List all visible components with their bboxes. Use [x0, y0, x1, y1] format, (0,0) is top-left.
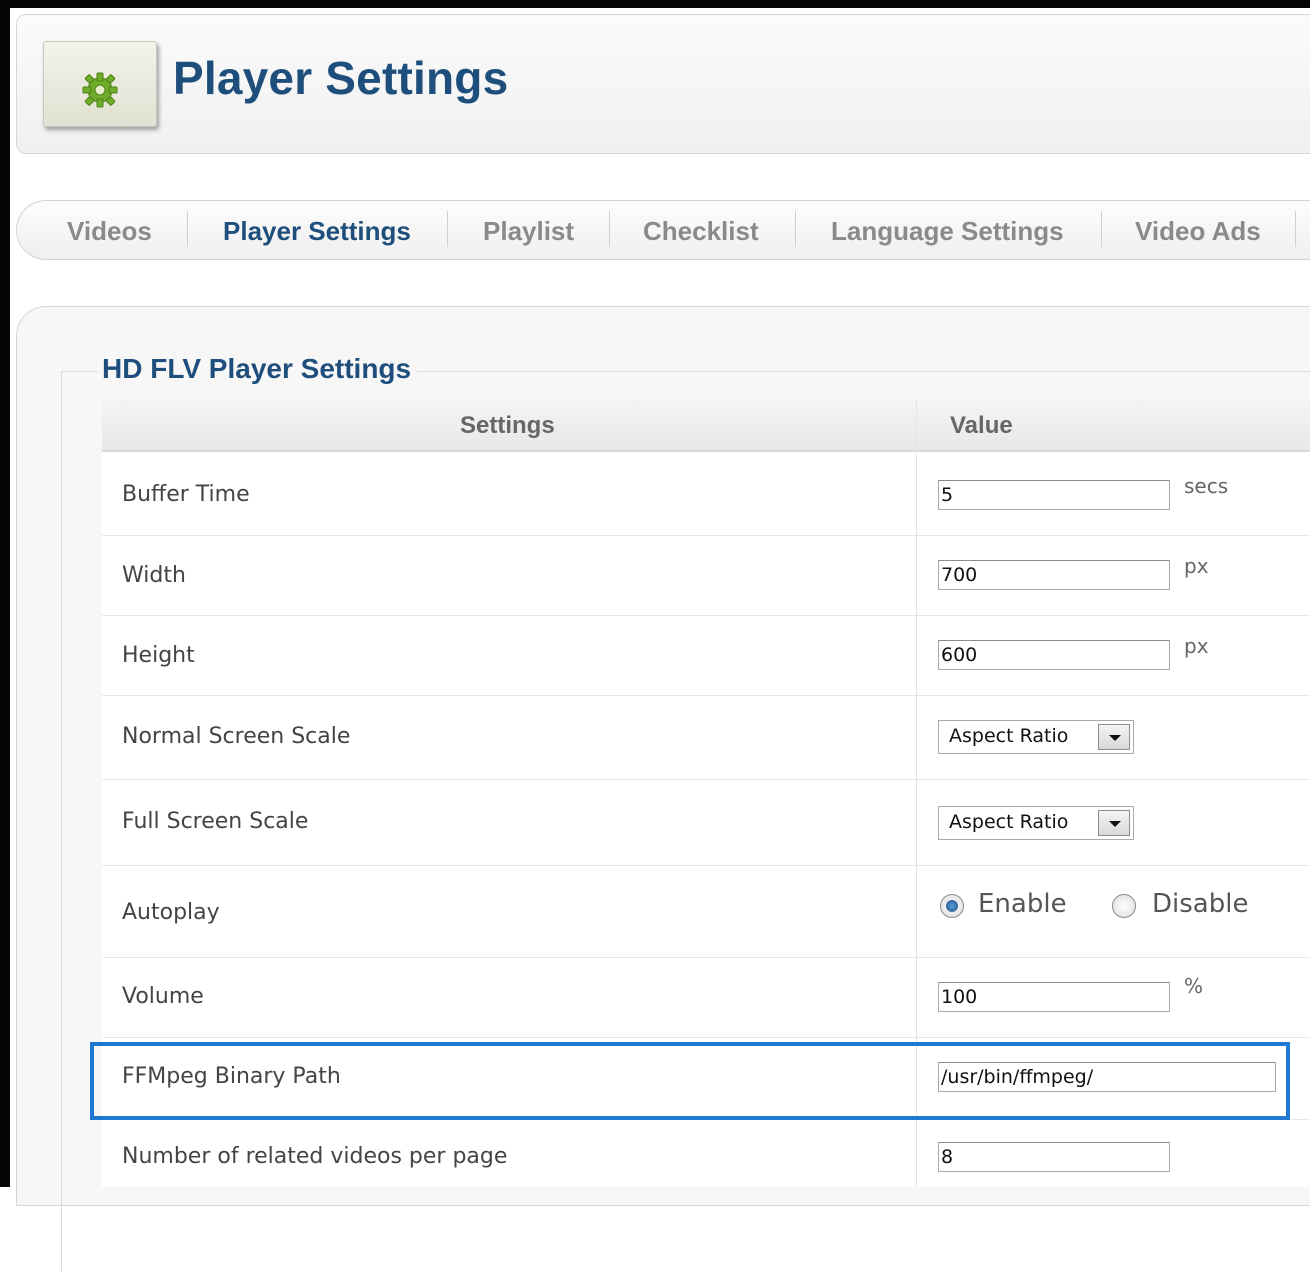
tab-separator	[609, 211, 610, 247]
table-row: Number of related videos per page	[102, 1120, 1310, 1187]
header-icon-box	[43, 41, 157, 127]
tab-separator	[795, 211, 796, 247]
width-input[interactable]	[938, 560, 1170, 590]
table-row: Autoplay Enable Disable	[102, 866, 1310, 958]
tab-separator	[187, 211, 188, 247]
tab-language-settings[interactable]: Language Settings	[831, 215, 1064, 247]
autoplay-disable-radio[interactable]	[1112, 894, 1136, 918]
table-header: Settings Value	[102, 400, 1310, 452]
tab-checklist[interactable]: Checklist	[643, 215, 759, 247]
tab-video-ads[interactable]: Video Ads	[1135, 215, 1261, 247]
full-screen-scale-select[interactable]: Aspect Ratio	[938, 806, 1134, 840]
fieldset-legend: HD FLV Player Settings	[98, 352, 418, 386]
autoplay-enable-radio[interactable]	[940, 894, 964, 918]
chevron-down-icon[interactable]	[1098, 810, 1130, 836]
height-input[interactable]	[938, 640, 1170, 670]
buffer-time-input[interactable]	[938, 480, 1170, 510]
autoplay-disable-label[interactable]: Disable	[1152, 889, 1248, 919]
table-row: Width px	[102, 536, 1310, 616]
table-row: Volume %	[102, 958, 1310, 1038]
buffer-time-unit: secs	[1184, 474, 1229, 498]
buffer-time-label: Buffer Time	[122, 482, 250, 507]
width-unit: px	[1184, 554, 1209, 578]
related-videos-label: Number of related videos per page	[122, 1144, 508, 1169]
width-label: Width	[122, 563, 186, 588]
page-header: Player Settings	[16, 14, 1310, 154]
related-videos-input[interactable]	[938, 1142, 1170, 1172]
height-label: Height	[122, 643, 195, 668]
gear-icon	[82, 72, 118, 108]
tab-separator	[1295, 211, 1296, 247]
full-screen-scale-value: Aspect Ratio	[949, 811, 1069, 833]
height-unit: px	[1184, 634, 1209, 658]
tab-separator	[447, 211, 448, 247]
tab-videos[interactable]: Videos	[67, 215, 152, 247]
page-title: Player Settings	[173, 52, 509, 104]
table-row: Normal Screen Scale Aspect Ratio	[102, 696, 1310, 780]
column-header-settings: Settings	[460, 412, 555, 439]
tab-player-settings[interactable]: Player Settings	[223, 215, 411, 247]
full-screen-scale-label: Full Screen Scale	[122, 809, 309, 834]
tab-playlist[interactable]: Playlist	[483, 215, 574, 247]
chevron-down-icon[interactable]	[1098, 724, 1130, 750]
table-row: Buffer Time secs	[102, 452, 1310, 536]
volume-input[interactable]	[938, 982, 1170, 1012]
column-header-value: Value	[950, 412, 1013, 439]
tab-bar: Videos Player Settings Playlist Checklis…	[16, 200, 1310, 260]
normal-screen-scale-label: Normal Screen Scale	[122, 724, 351, 749]
tab-separator	[1101, 211, 1102, 247]
highlight-box	[90, 1042, 1290, 1120]
normal-screen-scale-value: Aspect Ratio	[949, 725, 1069, 747]
volume-unit: %	[1184, 974, 1204, 998]
autoplay-label: Autoplay	[122, 900, 220, 925]
volume-label: Volume	[122, 984, 204, 1009]
table-row: Height px	[102, 616, 1310, 696]
normal-screen-scale-select[interactable]: Aspect Ratio	[938, 720, 1134, 754]
table-row: Full Screen Scale Aspect Ratio	[102, 780, 1310, 866]
autoplay-enable-label[interactable]: Enable	[978, 889, 1067, 919]
